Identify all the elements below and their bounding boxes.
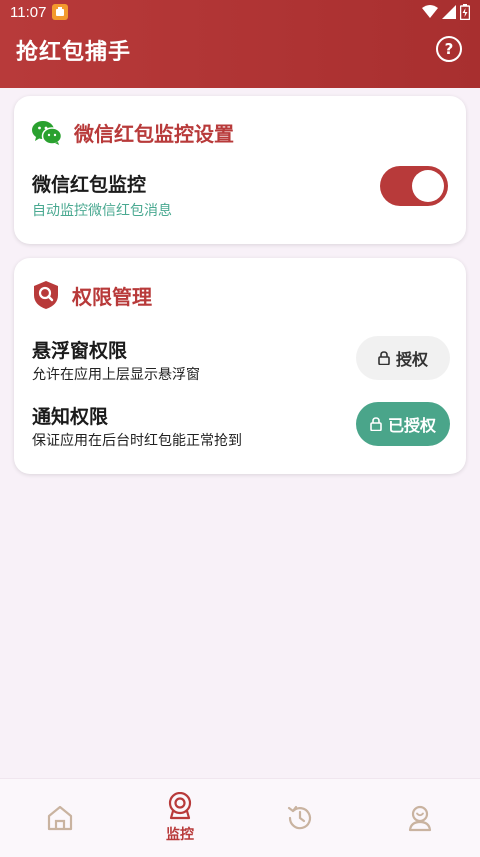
toggle-knob [412, 170, 444, 202]
notification-permission-label: 通知权限 [32, 406, 109, 428]
status-time: 11:07 [10, 3, 47, 21]
status-bar: 11:07 [0, 0, 480, 24]
wechat-monitor-label: 微信红包监控 [32, 174, 147, 196]
nav-item-history[interactable] [240, 779, 360, 857]
notification-permission-description: 保证应用在后台时红包能正常抢到 [32, 433, 242, 449]
permission-card-title: 权限管理 [72, 284, 152, 309]
permission-card: 权限管理 悬浮窗权限 允许在应用上层显示悬浮窗 授权 通知权限 保证应用在后台时… [14, 258, 466, 474]
wechat-monitor-card: 微信红包监控设置 微信红包监控 自动监控微信红包消息 [14, 96, 466, 244]
nav-item-profile[interactable] [360, 779, 480, 857]
nav-item-monitor[interactable]: 监控 [120, 779, 240, 857]
notification-granted-button[interactable]: 已授权 [356, 402, 450, 446]
lock-icon [370, 417, 382, 431]
shield-search-icon [34, 281, 58, 309]
overlay-permission-label: 悬浮窗权限 [32, 340, 128, 362]
profile-icon [408, 805, 432, 832]
wifi-icon [422, 5, 438, 18]
page-title: 抢红包捕手 [16, 40, 132, 65]
overlay-grant-button[interactable]: 授权 [356, 336, 450, 380]
overlay-permission-description: 允许在应用上层显示悬浮窗 [32, 367, 200, 383]
monitor-icon [168, 792, 192, 820]
notification-granted-label: 已授权 [387, 416, 436, 435]
lock-icon [378, 351, 390, 365]
home-icon [47, 805, 73, 831]
nav-item-monitor-label: 监控 [166, 827, 194, 843]
status-icons [422, 4, 470, 20]
help-button[interactable]: ? [436, 36, 462, 62]
permission-card-header: 权限管理 [32, 280, 152, 310]
history-icon [287, 805, 312, 830]
overlay-grant-label: 授权 [395, 350, 428, 369]
battery-icon [460, 4, 470, 20]
app-header: 11:07 抢红包捕手 ? [0, 0, 480, 88]
wechat-card-header: 微信红包监控设置 [32, 118, 234, 147]
bottom-nav: 监控 [0, 778, 480, 857]
notification-app-icon [52, 4, 69, 20]
wechat-icon [32, 120, 62, 145]
wechat-monitor-description: 自动监控微信红包消息 [32, 203, 172, 219]
wechat-card-title: 微信红包监控设置 [74, 122, 234, 146]
help-icon: ? [444, 40, 454, 58]
wechat-monitor-toggle[interactable] [380, 166, 448, 206]
nav-item-home[interactable] [0, 779, 120, 857]
signal-icon [442, 5, 456, 19]
